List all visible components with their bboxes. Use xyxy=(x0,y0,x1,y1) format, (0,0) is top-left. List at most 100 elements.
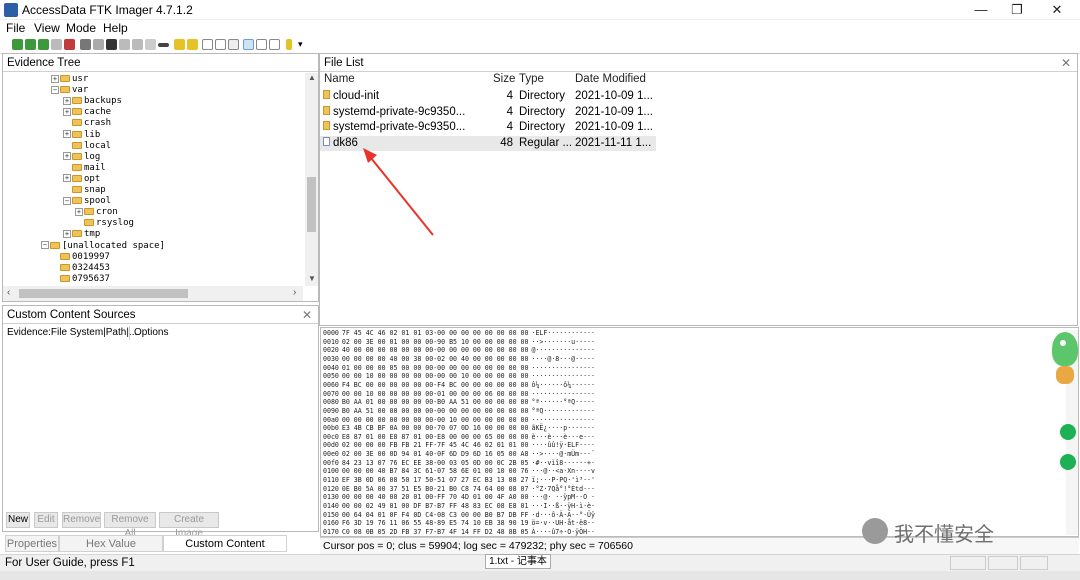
expand-icon[interactable]: + xyxy=(63,229,71,238)
folder-icon xyxy=(72,108,82,116)
add-evidence-icon[interactable] xyxy=(12,39,23,50)
list-view-icon[interactable] xyxy=(256,39,267,50)
toolbar-overflow-icon[interactable]: ▾ xyxy=(298,39,303,50)
obtain-protected-files-icon[interactable] xyxy=(119,39,130,50)
menu-bar: File View Mode Help xyxy=(0,20,1080,36)
folder-icon xyxy=(60,252,70,260)
folder-icon xyxy=(72,197,82,205)
tree-item[interactable]: 0019997 xyxy=(51,252,110,263)
create-image-button[interactable]: Create Image xyxy=(159,512,219,539)
collapse-icon[interactable]: − xyxy=(51,85,59,94)
tree-item[interactable]: local xyxy=(63,141,111,152)
tree-item[interactable]: − [unallocated space] xyxy=(41,241,165,252)
tree-vertical-scrollbar[interactable]: ▲ ▼ xyxy=(305,73,318,286)
menu-mode[interactable]: Mode xyxy=(66,21,96,35)
edit-button[interactable]: Edit xyxy=(34,512,58,528)
add-to-custom-content-icon[interactable] xyxy=(174,39,185,50)
scroll-down-icon[interactable]: ▼ xyxy=(308,274,316,283)
export-files-icon[interactable] xyxy=(145,39,156,50)
text-view-icon[interactable] xyxy=(215,39,226,50)
tree-item[interactable]: + cron xyxy=(75,207,118,218)
tree-item[interactable]: mail xyxy=(63,163,106,174)
menu-help[interactable]: Help xyxy=(103,21,128,35)
expand-icon[interactable]: + xyxy=(63,96,71,105)
collapse-icon[interactable]: − xyxy=(41,241,49,249)
tree-item[interactable]: + lib xyxy=(63,130,100,141)
tree-hscroll-thumb[interactable] xyxy=(19,289,188,298)
expand-icon[interactable]: + xyxy=(75,207,83,216)
collapse-icon[interactable]: − xyxy=(63,196,71,205)
export-hash-list-icon[interactable] xyxy=(158,43,169,47)
create-disk-image-icon[interactable] xyxy=(80,39,91,50)
folder-icon xyxy=(72,119,82,127)
export-disk-image-icon[interactable] xyxy=(93,39,104,50)
notepad-taskbar-item[interactable]: 1.txt - 记事本 xyxy=(485,554,551,569)
evidence-tree[interactable]: + usr − var + backups + cache crash + lib local + log… xyxy=(3,73,303,286)
close-button[interactable]: ✕ xyxy=(1034,0,1080,20)
tab-custom-content-sources[interactable]: Custom Content Sources xyxy=(163,535,287,566)
create-custom-content-image-icon[interactable] xyxy=(187,39,198,50)
tree-item[interactable]: + opt xyxy=(63,174,100,185)
custom-content-col-options[interactable]: Options xyxy=(134,327,168,338)
file-row[interactable]: systemd-private-9c9350... 4 Directory 2021-… xyxy=(320,120,656,135)
column-type[interactable]: Type xyxy=(519,73,544,85)
hex-view-icon[interactable] xyxy=(228,39,239,50)
tab-hex-value-interpreter[interactable]: Hex Value Interpreter xyxy=(59,535,163,566)
file-row[interactable]: systemd-private-9c9350... 4 Directory 2021-… xyxy=(320,105,656,120)
folder-icon xyxy=(84,208,94,216)
menu-view[interactable]: View xyxy=(34,21,60,35)
custom-content-col-evidence[interactable]: Evidence:File System|Path|... xyxy=(7,327,137,338)
scroll-right-icon[interactable]: › xyxy=(293,287,296,298)
remove-button[interactable]: Remove xyxy=(62,512,101,528)
file-list-close-icon[interactable]: ✕ xyxy=(1061,56,1071,70)
custom-content-close-icon[interactable]: ✕ xyxy=(302,308,312,322)
tree-item[interactable]: + backups xyxy=(63,96,122,107)
scroll-left-icon[interactable]: ‹ xyxy=(7,287,10,298)
remove-evidence-icon[interactable] xyxy=(51,39,62,50)
column-date-modified[interactable]: Date Modified xyxy=(575,73,646,85)
tree-item[interactable]: snap xyxy=(63,185,106,196)
expand-icon[interactable]: + xyxy=(63,174,71,183)
new-button[interactable]: New xyxy=(6,512,30,528)
tree-item[interactable]: crash xyxy=(63,118,111,129)
capture-memory-icon[interactable] xyxy=(106,39,117,50)
scroll-up-icon[interactable]: ▲ xyxy=(308,73,316,82)
column-name[interactable]: Name xyxy=(324,73,355,85)
tree-item[interactable]: rsyslog xyxy=(75,218,134,229)
detect-encryption-icon[interactable] xyxy=(132,39,143,50)
tree-view-icon[interactable] xyxy=(243,39,254,50)
tree-item[interactable]: − var xyxy=(51,85,88,96)
file-date: 2021-10-09 1... xyxy=(575,121,654,133)
add-all-evidence-icon[interactable] xyxy=(25,39,36,50)
expand-icon[interactable]: + xyxy=(63,107,71,116)
tree-horizontal-scrollbar[interactable]: ‹ › xyxy=(3,286,303,301)
hex-offset: 0170 xyxy=(323,527,339,536)
expand-icon[interactable]: + xyxy=(63,130,71,138)
hex-bytes: C0 08 0B 05 2D FB 37 F7-B7 4F 14 FF D2 4… xyxy=(341,527,529,536)
remove-all-evidence-icon[interactable] xyxy=(64,39,75,50)
expand-icon[interactable]: + xyxy=(63,152,71,161)
tree-item-label: usr xyxy=(72,74,89,84)
tree-item[interactable]: 0795637 xyxy=(51,274,110,285)
tree-item[interactable]: 0324453 xyxy=(51,263,110,274)
tree-item[interactable]: + log xyxy=(63,152,100,163)
detail-view-icon[interactable] xyxy=(269,39,280,50)
help-icon[interactable] xyxy=(286,39,292,50)
auto-view-icon[interactable] xyxy=(202,39,213,50)
tree-vscroll-thumb[interactable] xyxy=(307,177,316,232)
toolbar: ▾ xyxy=(0,36,1080,54)
tree-item[interactable]: − spool xyxy=(63,196,111,207)
file-row[interactable]: cloud-init 4 Directory 2021-10-09 1... xyxy=(320,89,656,104)
column-size[interactable]: Size xyxy=(493,73,515,85)
tree-item-label: mail xyxy=(84,162,106,173)
image-mounting-icon[interactable] xyxy=(38,39,49,50)
tree-item[interactable]: + cache xyxy=(63,107,111,118)
tree-item[interactable]: + usr xyxy=(51,74,88,85)
side-status-dot xyxy=(1060,454,1076,470)
menu-file[interactable]: File xyxy=(6,21,25,35)
expand-icon[interactable]: + xyxy=(51,74,59,83)
remove-all-button[interactable]: Remove All xyxy=(104,512,156,539)
tab-properties[interactable]: Properties xyxy=(5,535,59,552)
folder-icon xyxy=(60,86,70,94)
tree-item[interactable]: + tmp xyxy=(63,229,100,240)
